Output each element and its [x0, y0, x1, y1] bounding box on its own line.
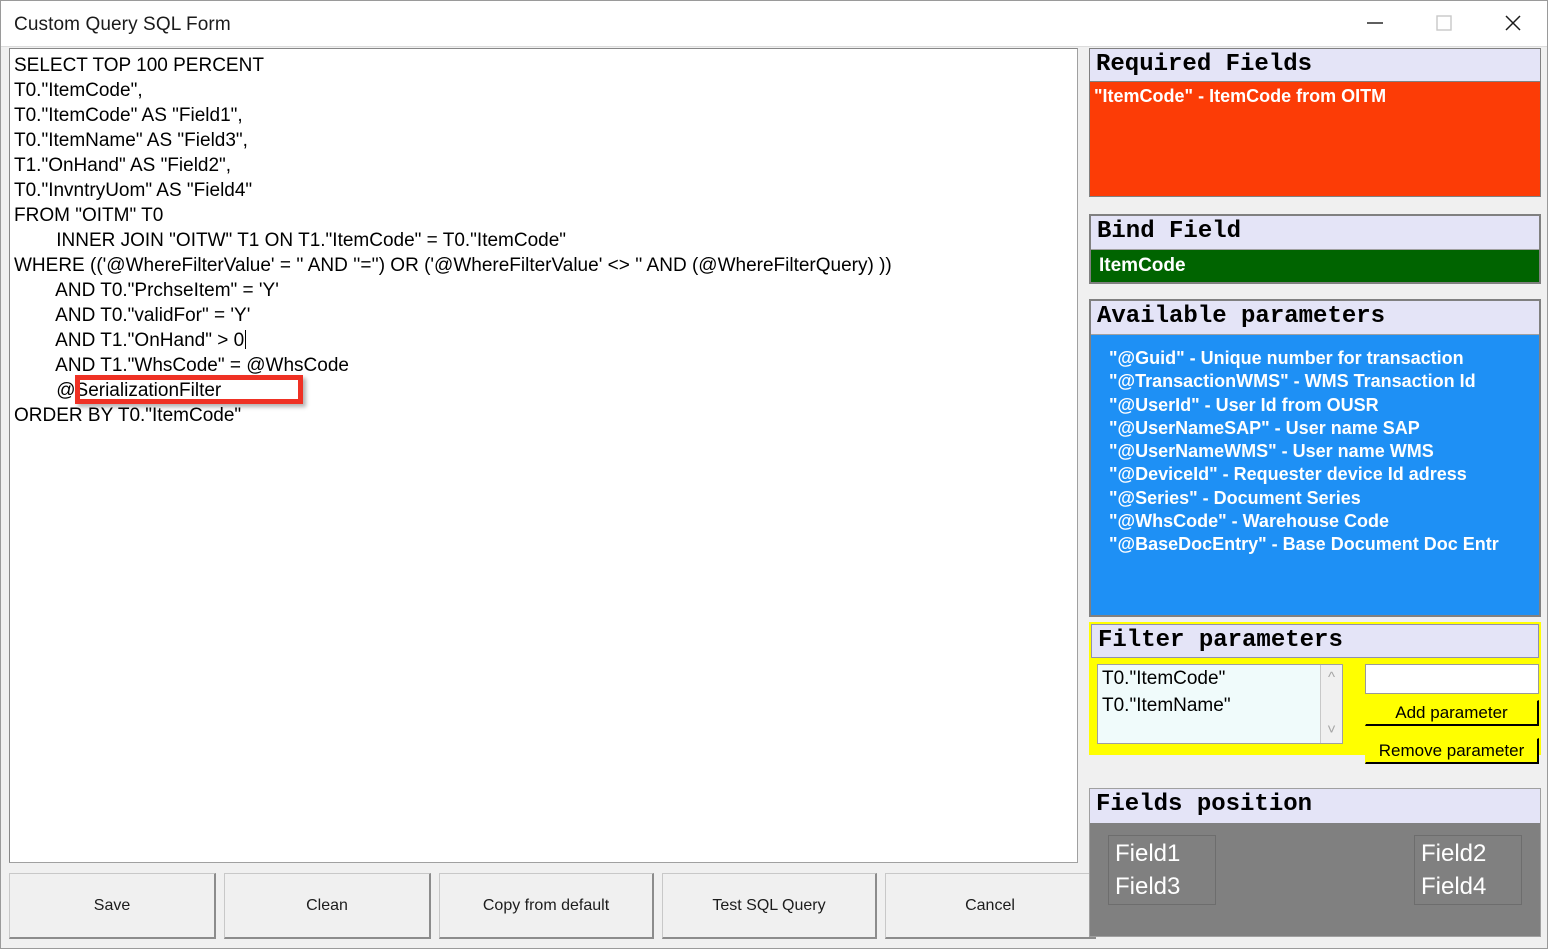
bind-field-value: ItemCode	[1099, 250, 1539, 282]
available-parameters-section: Available parameters "@Guid" - Unique nu…	[1089, 299, 1541, 617]
save-button[interactable]: Save	[9, 873, 216, 939]
available-parameter-item[interactable]: "@TransactionWMS" - WMS Transaction Id	[1109, 370, 1539, 393]
sql-line: WHERE (('@WhereFilterValue' = '' AND ''=…	[14, 253, 1077, 278]
available-parameter-item[interactable]: "@UserNameSAP" - User name SAP	[1109, 417, 1539, 440]
sql-line: AND T0."validFor" = 'Y'	[14, 303, 1077, 328]
available-parameters-header: Available parameters	[1091, 301, 1539, 335]
minimize-icon	[1364, 1, 1386, 46]
add-parameter-button[interactable]: Add parameter	[1365, 700, 1539, 726]
bind-field-section: Bind Field ItemCode	[1089, 214, 1541, 284]
available-parameter-item[interactable]: "@WhsCode" - Warehouse Code	[1109, 510, 1539, 533]
text-caret	[245, 330, 246, 349]
chevron-up-icon[interactable]: ^	[1321, 668, 1342, 688]
filter-parameters-listbox[interactable]: T0."ItemCode"T0."ItemName" ^ ˅	[1097, 664, 1343, 744]
cancel-button[interactable]: Cancel	[885, 873, 1096, 939]
field-position-label: Field4	[1421, 870, 1521, 903]
sql-line: T0."ItemName" AS "Field3",	[14, 128, 1077, 153]
available-parameter-item[interactable]: "@UserId" - User Id from OUSR	[1109, 394, 1539, 417]
field-position-label: Field3	[1115, 870, 1215, 903]
window-title: Custom Query SQL Form	[14, 14, 231, 36]
minimize-button[interactable]	[1340, 1, 1409, 46]
maximize-button[interactable]	[1409, 1, 1478, 46]
sql-line: T0."ItemCode" AS "Field1",	[14, 103, 1077, 128]
required-fields-header: Required Fields	[1089, 48, 1541, 82]
title-bar: Custom Query SQL Form	[1, 1, 1547, 47]
filter-parameters-list-items: T0."ItemCode"T0."ItemName"	[1098, 665, 1342, 719]
fields-position-right-box[interactable]: Field2Field4	[1414, 835, 1522, 905]
filter-list-scrollbar[interactable]: ^ ˅	[1320, 665, 1342, 743]
close-icon	[1501, 1, 1525, 46]
sql-query-text: SELECT TOP 100 PERCENTT0."ItemCode",T0."…	[14, 53, 1077, 428]
sql-line: T0."ItemCode",	[14, 78, 1077, 103]
filter-parameter-item[interactable]: T0."ItemName"	[1098, 692, 1342, 719]
bind-field-value-box[interactable]: ItemCode	[1091, 250, 1539, 282]
test-sql-query-button[interactable]: Test SQL Query	[662, 873, 877, 939]
filter-parameters-body: T0."ItemCode"T0."ItemName" ^ ˅ Add param…	[1091, 658, 1539, 753]
sql-line: AND T1."WhsCode" = @WhsCode	[14, 353, 1077, 378]
required-field-item[interactable]: "ItemCode" - ItemCode from OITM	[1094, 85, 1536, 108]
sql-line: FROM "OITM" T0	[14, 203, 1077, 228]
sql-line: T0."InvntryUom" AS "Field4"	[14, 178, 1077, 203]
sql-line: ORDER BY T0."ItemCode"	[14, 403, 1077, 428]
remove-parameter-button[interactable]: Remove parameter	[1365, 738, 1539, 764]
sql-line: @SerializationFilter	[14, 378, 1077, 403]
clean-button[interactable]: Clean	[224, 873, 431, 939]
sql-line: T1."OnHand" AS "Field2",	[14, 153, 1077, 178]
filter-parameter-item[interactable]: T0."ItemCode"	[1098, 665, 1342, 692]
filter-parameter-input[interactable]	[1365, 664, 1539, 694]
required-fields-list: "ItemCode" - ItemCode from OITM	[1089, 82, 1541, 197]
field-position-label: Field1	[1115, 837, 1215, 870]
filter-parameters-header: Filter parameters	[1091, 624, 1539, 658]
bind-field-panel: Bind Field ItemCode	[1089, 214, 1541, 284]
sql-line: AND T1."OnHand" > 0	[14, 328, 1077, 353]
available-parameter-item[interactable]: "@UserNameWMS" - User name WMS	[1109, 440, 1539, 463]
custom-query-sql-form-window: Custom Query SQL Form SELECT TOP 100 PER…	[0, 0, 1548, 949]
available-parameters-panel: Available parameters "@Guid" - Unique nu…	[1089, 299, 1541, 617]
fields-position-header: Fields position	[1090, 789, 1540, 823]
sql-line: AND T0."PrchseItem" = 'Y'	[14, 278, 1077, 303]
maximize-icon	[1433, 1, 1455, 46]
fields-position-left-box[interactable]: Field1Field3	[1108, 835, 1216, 905]
filter-parameters-panel: Filter parameters T0."ItemCode"T0."ItemN…	[1089, 622, 1541, 755]
available-parameter-item[interactable]: "@Guid" - Unique number for transaction	[1109, 347, 1539, 370]
available-parameters-list[interactable]: "@Guid" - Unique number for transaction"…	[1091, 335, 1539, 615]
copy-from-default-button[interactable]: Copy from default	[439, 873, 654, 939]
fields-position-panel: Fields position Field1Field3 Field2Field…	[1089, 788, 1541, 937]
available-parameter-item[interactable]: "@Series" - Document Series	[1109, 487, 1539, 510]
chevron-down-icon[interactable]: ˅	[1321, 720, 1342, 740]
bottom-button-row: SaveCleanCopy from defaultTest SQL Query…	[9, 873, 1078, 939]
fields-position-section: Fields position Field1Field3 Field2Field…	[1089, 788, 1541, 937]
close-button[interactable]	[1478, 1, 1547, 46]
sql-query-textarea[interactable]: SELECT TOP 100 PERCENTT0."ItemCode",T0."…	[9, 48, 1078, 863]
filter-parameters-section: Filter parameters T0."ItemCode"T0."ItemN…	[1089, 622, 1541, 755]
sql-line: SELECT TOP 100 PERCENT	[14, 53, 1077, 78]
available-parameter-item[interactable]: "@DeviceId" - Requester device Id adress	[1109, 463, 1539, 486]
bind-field-header: Bind Field	[1091, 216, 1539, 250]
required-fields-section: Required Fields "ItemCode" - ItemCode fr…	[1089, 48, 1541, 197]
field-position-label: Field2	[1421, 837, 1521, 870]
sql-line: INNER JOIN "OITW" T1 ON T1."ItemCode" = …	[14, 228, 1077, 253]
available-parameter-item[interactable]: "@BaseDocEntry" - Base Document Doc Entr	[1109, 533, 1539, 556]
fields-position-body: Field1Field3 Field2Field4	[1090, 823, 1540, 936]
